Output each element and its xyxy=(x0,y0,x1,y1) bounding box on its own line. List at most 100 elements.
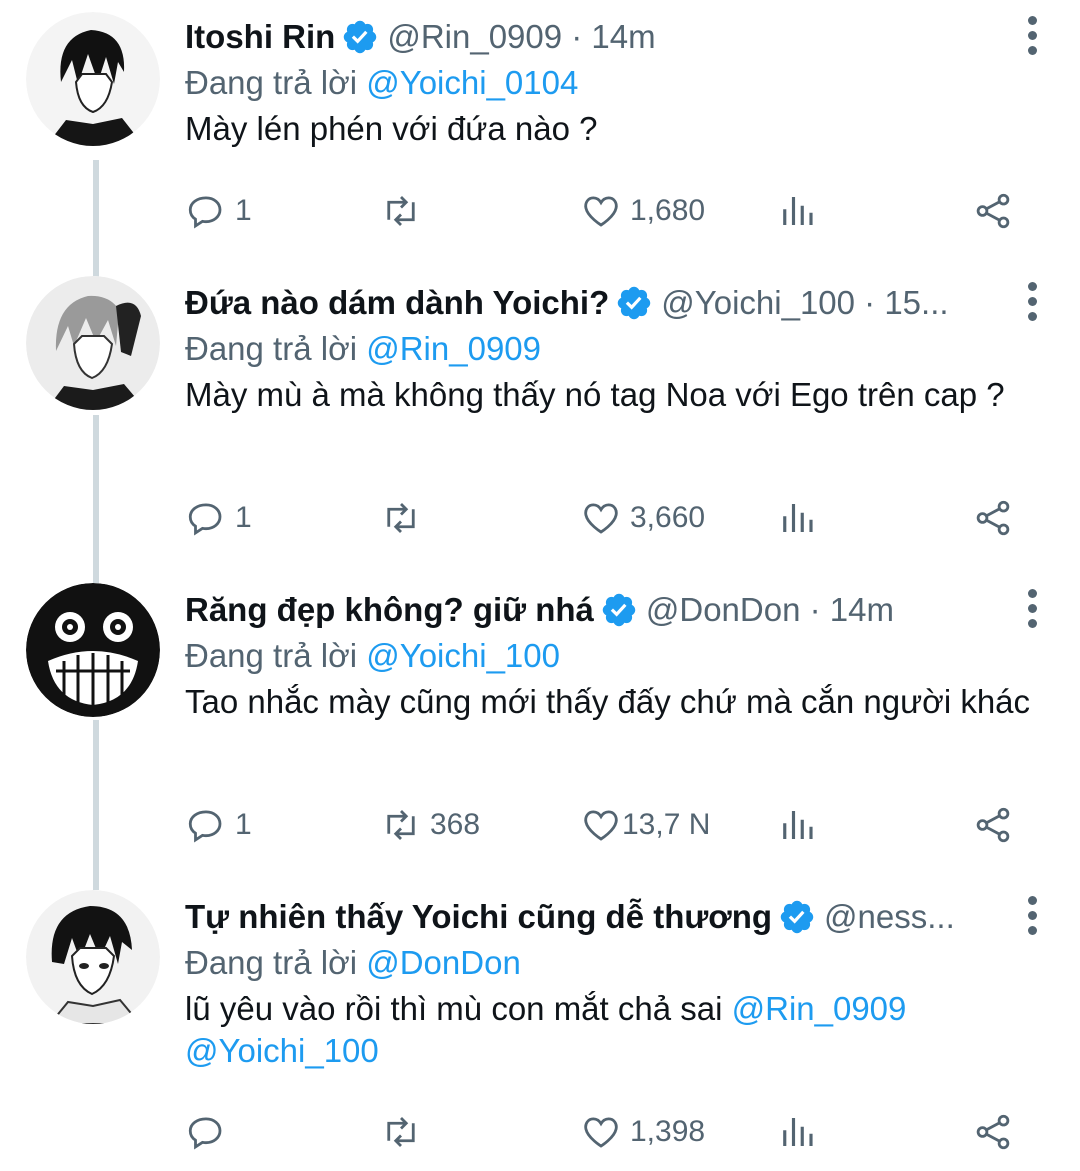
views-bar-chart-icon xyxy=(783,1118,813,1146)
retweet-icon xyxy=(387,503,415,533)
heart-icon xyxy=(584,810,618,841)
action-bar: 1 1,680 xyxy=(0,186,1080,236)
handle-and-time[interactable]: @ness... xyxy=(824,894,990,940)
more-vertical-icon[interactable] xyxy=(1026,896,1038,936)
share-button[interactable] xyxy=(972,800,1014,850)
retweet-count: 368 xyxy=(430,808,481,841)
tweet-text: lũ yêu vào rồi thì mù con mắt chả sai @R… xyxy=(185,988,1005,1072)
share-icon xyxy=(976,500,1010,536)
verified-badge-icon xyxy=(780,900,814,934)
tweet-header: Tự nhiên thấy Yoichi cũng dễ thương @nes… xyxy=(185,894,990,940)
reply-button[interactable] xyxy=(185,1107,235,1157)
share-icon xyxy=(976,1114,1010,1150)
tweet-header: Răng đẹp không? giữ nhá @DonDon · 14m xyxy=(185,587,990,633)
retweet-icon xyxy=(387,1117,415,1147)
retweet-icon xyxy=(387,810,415,840)
share-icon xyxy=(976,193,1010,229)
verified-badge-icon xyxy=(602,593,636,627)
share-button[interactable] xyxy=(972,493,1014,543)
replying-to: Đang trả lời @Yoichi_100 xyxy=(185,633,560,679)
avatar[interactable] xyxy=(26,12,160,146)
avatar[interactable] xyxy=(26,890,160,1024)
handle-and-time[interactable]: @Rin_0909 · 14m xyxy=(387,14,990,60)
action-bar: 1 368 13,7 N xyxy=(0,800,1080,850)
replying-to-label: Đang trả lời xyxy=(185,330,367,367)
retweet-icon xyxy=(387,196,415,226)
reply-bubble-icon xyxy=(188,1117,222,1150)
views-button[interactable] xyxy=(776,493,818,543)
like-count: 13,7 N xyxy=(622,808,711,841)
action-bar: 1 3,660 xyxy=(0,493,1080,543)
reply-bubble-icon xyxy=(188,503,222,536)
reply-button[interactable]: 1 xyxy=(185,493,252,543)
replying-to: Đang trả lời @Rin_0909 xyxy=(185,326,541,372)
avatar[interactable] xyxy=(26,276,160,410)
heart-icon xyxy=(584,1117,618,1148)
reply-mention-link[interactable]: @Yoichi_100 xyxy=(366,637,560,674)
tweet[interactable]: Răng đẹp không? giữ nhá @DonDon · 14m Đa… xyxy=(0,573,1080,873)
reply-count: 1 xyxy=(235,808,252,841)
views-button[interactable] xyxy=(776,186,818,236)
reply-count: 1 xyxy=(235,194,252,227)
more-vertical-icon[interactable] xyxy=(1026,282,1038,322)
display-name[interactable]: Tự nhiên thấy Yoichi cũng dễ thương xyxy=(185,894,772,940)
views-bar-chart-icon xyxy=(783,811,813,839)
verified-badge-icon xyxy=(618,286,651,320)
reply-button[interactable]: 1 xyxy=(185,800,252,850)
replying-to-label: Đang trả lời xyxy=(185,64,367,101)
like-button[interactable]: 1,398 xyxy=(580,1107,705,1157)
share-button[interactable] xyxy=(972,1107,1014,1157)
display-name[interactable]: Đứa nào dám dành Yoichi? xyxy=(185,280,609,326)
share-icon xyxy=(976,807,1010,843)
tweet-header: Đứa nào dám dành Yoichi? @Yoichi_100 · 1… xyxy=(185,280,990,326)
replying-to-label: Đang trả lời xyxy=(185,637,367,674)
views-bar-chart-icon xyxy=(783,504,813,532)
like-button[interactable]: 13,7 N xyxy=(580,800,710,850)
like-count: 1,398 xyxy=(630,1115,706,1148)
heart-icon xyxy=(584,196,618,227)
reply-bubble-icon xyxy=(188,810,222,843)
avatar-illustration-icon xyxy=(26,12,160,146)
reply-count: 1 xyxy=(235,501,252,534)
like-count: 1,680 xyxy=(630,194,706,227)
tweet[interactable]: Tự nhiên thấy Yoichi cũng dễ thương @nes… xyxy=(0,880,1080,1171)
views-bar-chart-icon xyxy=(783,197,813,225)
retweet-button[interactable] xyxy=(380,186,430,236)
views-button[interactable] xyxy=(776,800,818,850)
display-name[interactable]: Itoshi Rin xyxy=(185,14,335,60)
handle-and-time[interactable]: @Yoichi_100 · 15... xyxy=(661,280,990,326)
views-button[interactable] xyxy=(776,1107,818,1157)
more-vertical-icon[interactable] xyxy=(1026,589,1038,629)
tweet-text: Tao nhắc mày cũng mới thấy đấy chứ mà cắ… xyxy=(185,683,1031,720)
retweet-button[interactable]: 368 xyxy=(380,800,480,850)
reply-bubble-icon xyxy=(188,196,222,229)
verified-badge-icon xyxy=(344,20,377,54)
replying-to: Đang trả lời @DonDon xyxy=(185,940,521,986)
action-bar: 1,398 xyxy=(0,1107,1080,1157)
tweet-text: Mày mù à mà không thấy nó tag Noa với Eg… xyxy=(185,376,1005,413)
tweet-text: Mày lén phén với đứa nào ? xyxy=(185,110,598,147)
display-name[interactable]: Răng đẹp không? giữ nhá xyxy=(185,587,594,633)
like-button[interactable]: 3,660 xyxy=(580,493,705,543)
reply-button[interactable]: 1 xyxy=(185,186,252,236)
handle-and-time[interactable]: @DonDon · 14m xyxy=(646,587,990,633)
reply-mention-link[interactable]: @Yoichi_0104 xyxy=(366,64,578,101)
tweet-text-content: lũ yêu vào rồi thì mù con mắt chả sai xyxy=(185,990,732,1027)
tweet-header: Itoshi Rin @Rin_0909 · 14m xyxy=(185,14,990,60)
replying-to-label: Đang trả lời xyxy=(185,944,367,981)
replying-to: Đang trả lời @Yoichi_0104 xyxy=(185,60,578,106)
reply-mention-link[interactable]: @DonDon xyxy=(366,944,521,981)
retweet-button[interactable] xyxy=(380,493,430,543)
more-vertical-icon[interactable] xyxy=(1026,16,1038,56)
retweet-button[interactable] xyxy=(380,1107,430,1157)
share-button[interactable] xyxy=(972,186,1014,236)
heart-icon xyxy=(584,503,618,534)
avatar[interactable] xyxy=(26,583,160,717)
avatar-illustration-icon xyxy=(26,583,160,717)
like-button[interactable]: 1,680 xyxy=(580,186,705,236)
like-count: 3,660 xyxy=(630,501,706,534)
tweet[interactable]: Đứa nào dám dành Yoichi? @Yoichi_100 · 1… xyxy=(0,266,1080,566)
avatar-illustration-icon xyxy=(26,276,160,410)
tweet[interactable]: Itoshi Rin @Rin_0909 · 14m Đang trả lời … xyxy=(0,0,1080,260)
reply-mention-link[interactable]: @Rin_0909 xyxy=(366,330,541,367)
